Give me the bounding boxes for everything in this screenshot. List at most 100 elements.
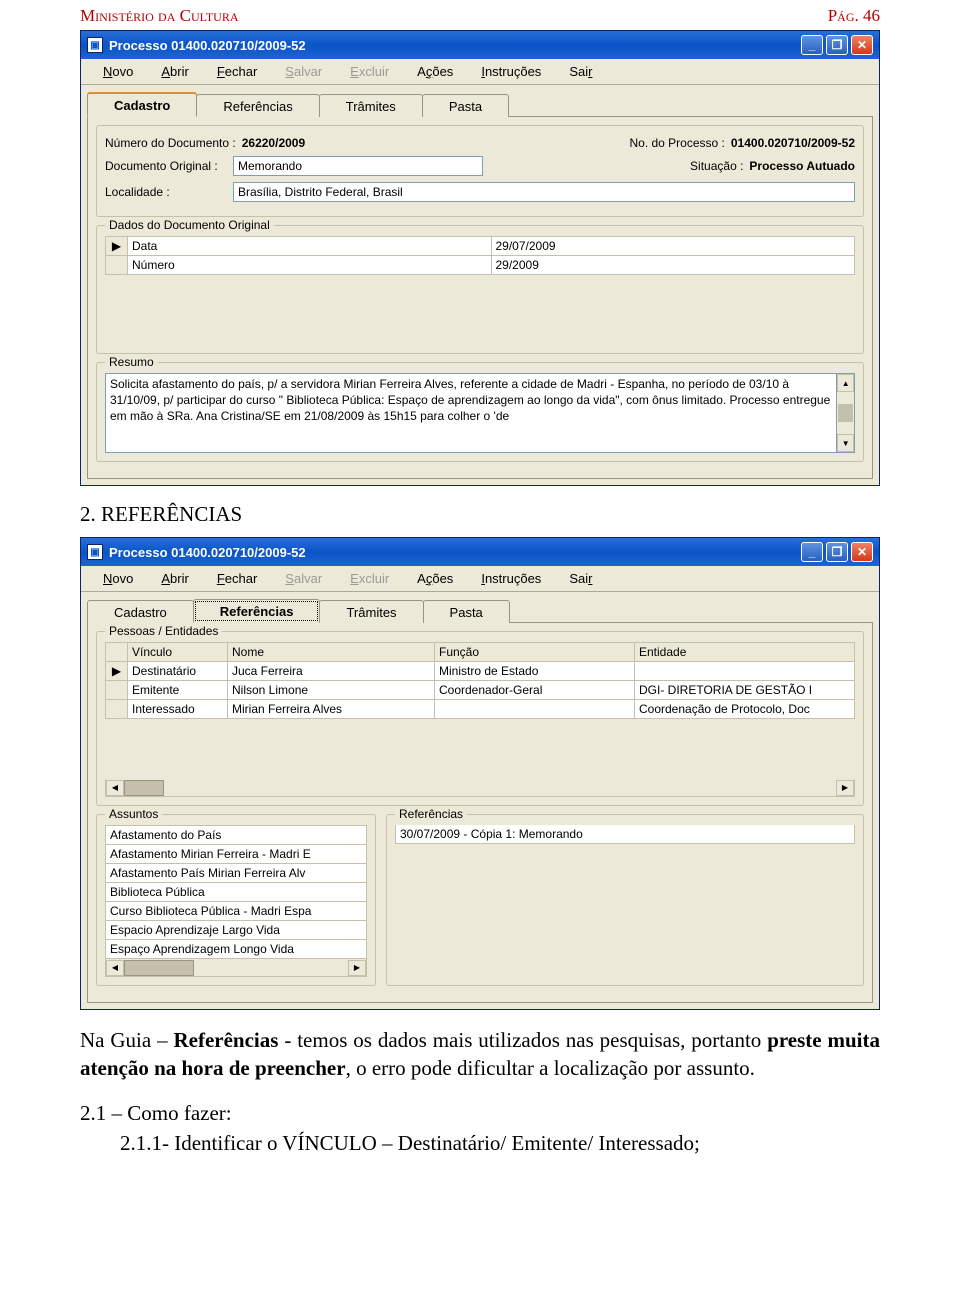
close-button[interactable]: ✕ <box>851 542 873 562</box>
cell-nome: Juca Ferreira <box>228 662 435 681</box>
menu-instrucoes[interactable]: Instruções <box>467 568 555 589</box>
tab-referencias[interactable]: Referências <box>196 94 319 117</box>
row-marker-icon[interactable]: ▶ <box>106 662 128 681</box>
restore-button[interactable]: ❐ <box>826 542 848 562</box>
cell-val: 29/07/2009 <box>492 237 856 256</box>
tab-cadastro[interactable]: Cadastro <box>87 600 194 623</box>
cell-funcao <box>435 700 635 719</box>
cell-entidade: Coordenação de Protocolo, Doc <box>635 700 855 719</box>
page-header: Ministério da Cultura Pág. 46 <box>80 6 880 26</box>
tab-pasta[interactable]: Pasta <box>423 600 510 623</box>
list-item[interactable]: Biblioteca Pública <box>105 883 367 902</box>
cell-vinculo: Emitente <box>128 681 228 700</box>
scroll-thumb[interactable] <box>124 960 194 976</box>
section-title: 2. REFERÊNCIAS <box>80 502 880 527</box>
tab-tramites[interactable]: Trâmites <box>319 600 423 623</box>
list-item[interactable]: Afastamento do País <box>105 825 367 845</box>
val-situacao: Processo Autuado <box>749 159 855 173</box>
tab-cadastro[interactable]: Cadastro <box>87 92 197 117</box>
paragraph-1: Na Guia – Referências - temos os dados m… <box>80 1026 880 1083</box>
fieldset-referencias-list: Referências 30/07/2009 - Cópia 1: Memora… <box>386 814 864 986</box>
cell-funcao: Coordenador-Geral <box>435 681 635 700</box>
window-controls: _ ❐ ✕ <box>801 542 873 562</box>
row-marker-icon[interactable]: ▶ <box>106 237 128 256</box>
tab-tramites[interactable]: Trâmites <box>319 94 423 117</box>
scroll-thumb[interactable] <box>838 404 853 422</box>
input-doc-orig[interactable] <box>233 156 483 176</box>
textarea-resumo[interactable] <box>105 373 837 453</box>
page-number: Pág. 46 <box>828 6 880 26</box>
menu-novo[interactable]: Novo <box>89 61 147 82</box>
row-marker[interactable] <box>106 700 128 719</box>
menu-salvar: Salvar <box>271 568 336 589</box>
menubar: Novo Abrir Fechar Salvar Excluir Ações I… <box>81 59 879 85</box>
menu-sair[interactable]: Sair <box>555 61 606 82</box>
menu-excluir: Excluir <box>336 61 403 82</box>
list-item[interactable]: Espaço Aprendizagem Longo Vida <box>105 940 367 959</box>
minimize-button[interactable]: _ <box>801 35 823 55</box>
tab-pasta[interactable]: Pasta <box>422 94 509 117</box>
hscroll-pessoas[interactable]: ◀ ▶ <box>105 779 855 797</box>
menu-acoes[interactable]: Ações <box>403 61 467 82</box>
tabstrip: Cadastro Referências Trâmites Pasta <box>81 85 879 116</box>
ministry-label: Ministério da Cultura <box>80 6 239 26</box>
list-item[interactable]: Afastamento Mirian Ferreira - Madri E <box>105 845 367 864</box>
tabpage-referencias: Pessoas / Entidades Vínculo Nome Função … <box>87 622 873 1003</box>
scrollbar-v[interactable]: ▲ ▼ <box>837 373 855 453</box>
fieldset-dados-orig: Dados do Documento Original ▶ Data 29/07… <box>96 225 864 354</box>
row-marker[interactable] <box>106 681 128 700</box>
list-item[interactable]: Curso Biblioteca Pública - Madri Espa <box>105 902 367 921</box>
titlebar[interactable]: ▣ Processo 01400.020710/2009-52 _ ❐ ✕ <box>81 31 879 59</box>
cell-vinculo: Destinatário <box>128 662 228 681</box>
scroll-right-icon[interactable]: ▶ <box>348 960 366 976</box>
menu-instrucoes[interactable]: Instruções <box>467 61 555 82</box>
hdr-funcao[interactable]: Função <box>435 643 635 662</box>
scroll-right-icon[interactable]: ▶ <box>836 780 854 796</box>
hdr-entidade[interactable]: Entidade <box>635 643 855 662</box>
menu-fechar[interactable]: Fechar <box>203 568 271 589</box>
scroll-thumb[interactable] <box>124 780 164 796</box>
cell-nome: Mirian Ferreira Alves <box>228 700 435 719</box>
hdr-vinculo[interactable]: Vínculo <box>128 643 228 662</box>
scroll-left-icon[interactable]: ◀ <box>106 780 124 796</box>
input-localidade[interactable] <box>233 182 855 202</box>
paragraph-2: 2.1 – Como fazer: <box>80 1099 880 1127</box>
val-no-proc: 01400.020710/2009-52 <box>731 136 855 150</box>
paragraph-3: 2.1.1- Identificar o VÍNCULO – Destinatá… <box>80 1129 880 1157</box>
list-item[interactable]: Espacio Aprendizaje Largo Vida <box>105 921 367 940</box>
scroll-left-icon[interactable]: ◀ <box>106 960 124 976</box>
menu-fechar[interactable]: Fechar <box>203 61 271 82</box>
hscroll-assuntos[interactable]: ◀ ▶ <box>105 959 367 977</box>
scroll-down-icon[interactable]: ▼ <box>837 434 854 452</box>
minimize-button[interactable]: _ <box>801 542 823 562</box>
titlebar[interactable]: ▣ Processo 01400.020710/2009-52 _ ❐ ✕ <box>81 538 879 566</box>
menu-abrir[interactable]: Abrir <box>147 568 202 589</box>
row-marker[interactable] <box>106 256 128 275</box>
cell-entidade <box>635 662 855 681</box>
window-controls: _ ❐ ✕ <box>801 35 873 55</box>
scroll-up-icon[interactable]: ▲ <box>837 374 854 392</box>
hdr-marker <box>106 643 128 662</box>
lbl-num-doc: Número do Documento : <box>105 136 236 150</box>
cell-val: 29/2009 <box>492 256 856 275</box>
list-item[interactable]: Afastamento País Mirian Ferreira Alv <box>105 864 367 883</box>
menu-excluir: Excluir <box>336 568 403 589</box>
menu-novo[interactable]: Novo <box>89 568 147 589</box>
cell-entidade: DGI- DIRETORIA DE GESTÃO I <box>635 681 855 700</box>
hdr-nome[interactable]: Nome <box>228 643 435 662</box>
lbl-situacao: Situação : <box>690 159 743 173</box>
fieldset-assuntos: Assuntos Afastamento do País Afastamento… <box>96 814 376 986</box>
legend-resumo: Resumo <box>105 355 158 369</box>
grid-dados-orig: ▶ Data 29/07/2009 Número 29/2009 <box>105 236 855 275</box>
legend-dados-orig: Dados do Documento Original <box>105 218 274 232</box>
list-item[interactable]: 30/07/2009 - Cópia 1: Memorando <box>395 825 855 844</box>
restore-button[interactable]: ❐ <box>826 35 848 55</box>
menu-sair[interactable]: Sair <box>555 568 606 589</box>
menu-abrir[interactable]: Abrir <box>147 61 202 82</box>
cell-nome: Nilson Limone <box>228 681 435 700</box>
legend-assuntos: Assuntos <box>105 807 162 821</box>
tab-referencias[interactable]: Referências <box>193 599 321 623</box>
close-button[interactable]: ✕ <box>851 35 873 55</box>
menu-acoes[interactable]: Ações <box>403 568 467 589</box>
processo-window-referencias: ▣ Processo 01400.020710/2009-52 _ ❐ ✕ No… <box>80 537 880 1010</box>
